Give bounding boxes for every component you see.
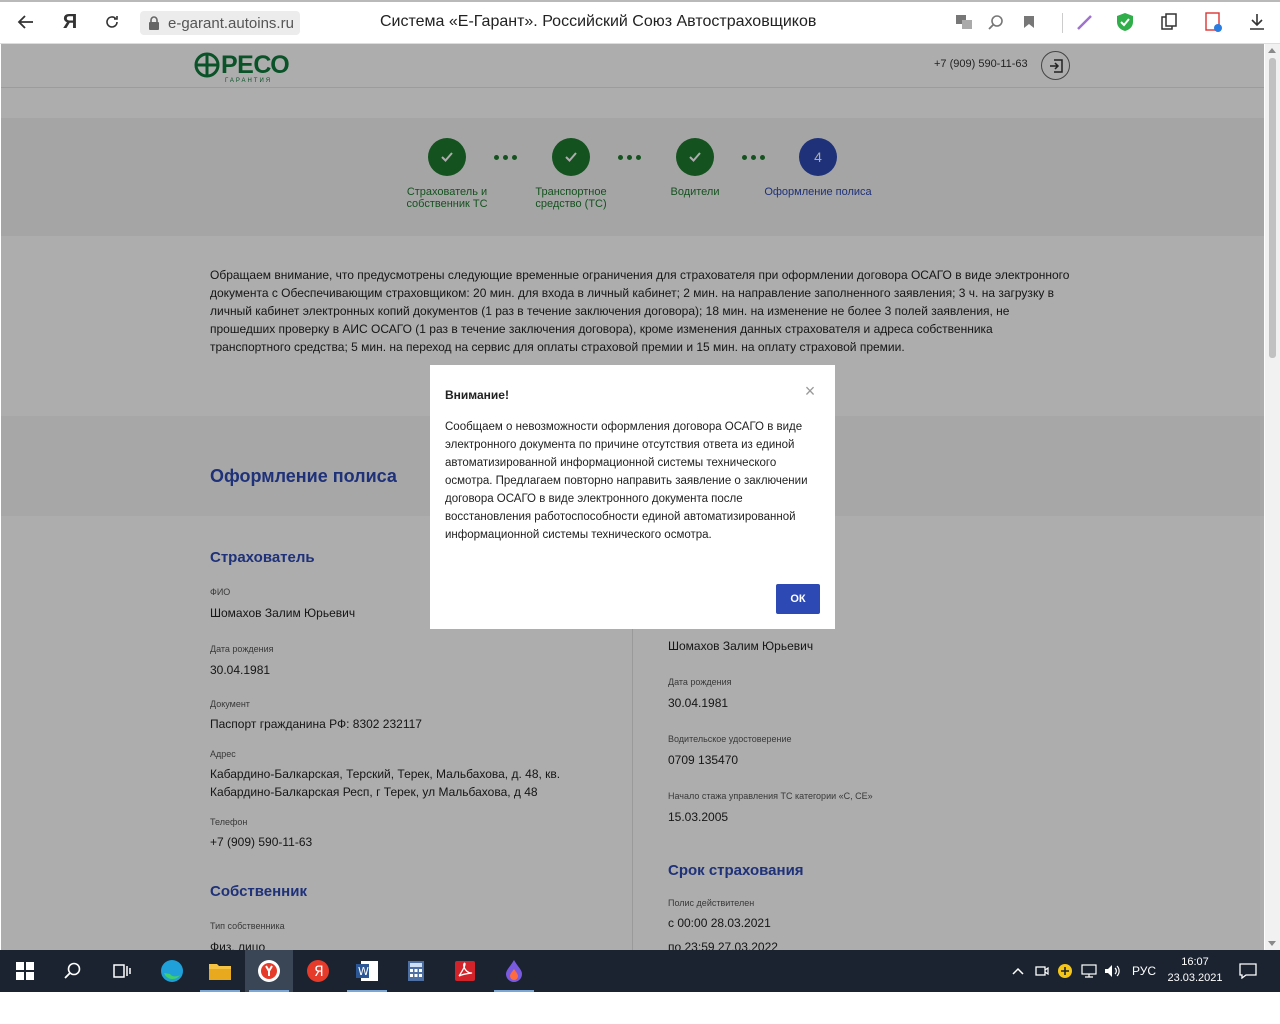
scroll-up-icon[interactable]	[1268, 48, 1276, 53]
browser-toolbar: Я e-garant.autoins.ru Система «Е-Гарант»…	[0, 0, 1280, 44]
svg-text:W: W	[358, 965, 369, 978]
page-scrollbar[interactable]	[1265, 44, 1280, 950]
windows-start-icon[interactable]	[1, 950, 49, 992]
dialog-message: Сообщаем о невозможности оформления дого…	[445, 421, 808, 541]
meet-now-icon[interactable]	[1032, 950, 1052, 992]
ok-button[interactable]: ОК	[776, 584, 820, 614]
acrobat-icon[interactable]	[441, 950, 489, 992]
download-icon[interactable]	[1243, 8, 1271, 36]
shield-extension-icon[interactable]	[1111, 8, 1139, 36]
notifications-icon[interactable]	[1236, 950, 1260, 992]
network-icon[interactable]	[1079, 950, 1099, 992]
screen-bottom-margin	[0, 992, 1280, 1024]
volume-icon[interactable]	[1102, 950, 1124, 992]
input-language[interactable]: РУС	[1128, 950, 1160, 992]
clock-date: 23.03.2021	[1167, 972, 1223, 984]
back-arrow-icon[interactable]	[12, 8, 40, 36]
tray-expand-icon[interactable]	[1008, 950, 1028, 992]
system-clock[interactable]: 16:07 23.03.2021	[1164, 954, 1226, 986]
toolbar-separator	[1062, 13, 1063, 33]
lock-icon	[144, 13, 164, 33]
url-text: e-garant.autoins.ru	[168, 14, 294, 32]
window-top-border	[0, 0, 1280, 2]
scroll-down-icon[interactable]	[1268, 941, 1276, 946]
dialog-title: Внимание!	[445, 388, 509, 402]
page-title: Система «Е-Гарант». Российский Союз Авто…	[380, 13, 817, 30]
task-view-icon[interactable]	[97, 950, 145, 992]
word-icon[interactable]: W	[343, 950, 391, 992]
address-bar[interactable]: e-garant.autoins.ru	[140, 11, 300, 35]
file-explorer-icon[interactable]	[196, 950, 244, 992]
tray-app-icon[interactable]	[1055, 950, 1075, 992]
translate-icon[interactable]	[950, 8, 978, 36]
drop-app-icon[interactable]	[490, 950, 538, 992]
yandex-browser-icon[interactable]	[245, 950, 293, 992]
svg-text:Я: Я	[314, 964, 324, 980]
pdf-extension-icon[interactable]	[1199, 8, 1227, 36]
yandex-icon[interactable]: Я	[294, 950, 342, 992]
pen-extension-icon[interactable]	[1071, 8, 1099, 36]
alert-dialog: Внимание! × Сообщаем о невозможности офо…	[430, 365, 835, 629]
scrollbar-thumb[interactable]	[1269, 58, 1276, 358]
yandex-icon[interactable]: Я	[56, 8, 84, 36]
search-icon[interactable]	[49, 950, 97, 992]
collections-icon[interactable]	[1155, 8, 1183, 36]
reload-icon[interactable]	[98, 8, 126, 36]
edge-icon[interactable]	[148, 950, 196, 992]
bookmark-icon[interactable]	[1015, 8, 1043, 36]
windows-taskbar: Я W РУС 16:07 23.03.2021	[0, 950, 1280, 992]
calculator-icon[interactable]	[392, 950, 440, 992]
close-icon[interactable]: ×	[802, 382, 818, 400]
clock-time: 16:07	[1181, 956, 1209, 968]
zoom-icon[interactable]	[982, 8, 1010, 36]
